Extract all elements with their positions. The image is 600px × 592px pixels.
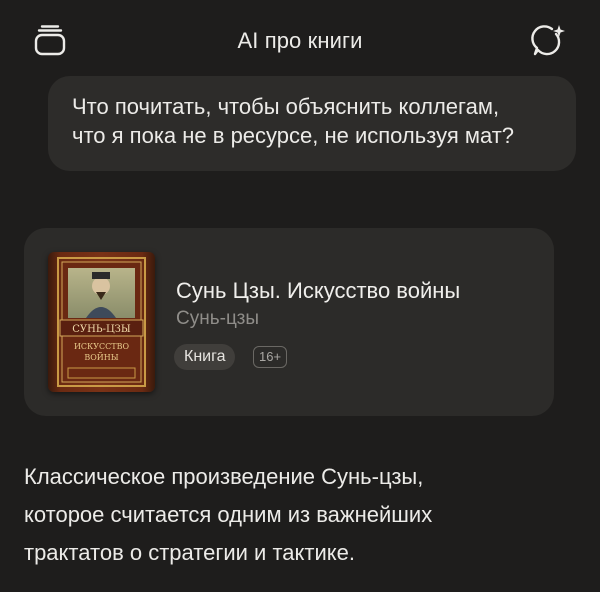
assistant-answer: Классическое произведение Сунь-цзы, кото…	[24, 458, 584, 572]
age-rating-badge: 16+	[253, 346, 288, 368]
answer-line: трактатов о стратегии и тактике.	[24, 540, 355, 565]
book-title: Сунь Цзы. Искусство войны	[176, 278, 461, 303]
user-message-line: что я пока не в ресурсе, не используя ма…	[72, 123, 515, 148]
user-message-line: Что почитать, чтобы объяснить коллегам,	[72, 94, 500, 119]
answer-line: Классическое произведение Сунь-цзы,	[24, 464, 424, 489]
user-message-bubble: Что почитать, чтобы объяснить коллегам, …	[48, 76, 576, 171]
book-type-chip: Книга	[174, 344, 236, 370]
cover-title-2: ВОЙНЫ	[84, 353, 118, 362]
book-cover-art: СУНЬ-ЦЗЫ ИСКУССТВО ВОЙНЫ	[57, 257, 146, 387]
header: AI про книги	[0, 0, 600, 82]
new-chat-icon[interactable]	[530, 22, 566, 58]
book-card[interactable]: СУНЬ-ЦЗЫ ИСКУССТВО ВОЙНЫ Сунь Цзы. Искус…	[24, 228, 554, 416]
cover-title-1: ИСКУССТВО	[74, 342, 130, 351]
cover-author: СУНЬ-ЦЗЫ	[72, 324, 131, 335]
page-title: AI про книги	[237, 28, 363, 53]
answer-line: которое считается одним из важнейших	[24, 502, 433, 527]
book-cover: СУНЬ-ЦЗЫ ИСКУССТВО ВОЙНЫ	[48, 252, 155, 392]
book-author: Сунь-цзы	[176, 308, 259, 329]
